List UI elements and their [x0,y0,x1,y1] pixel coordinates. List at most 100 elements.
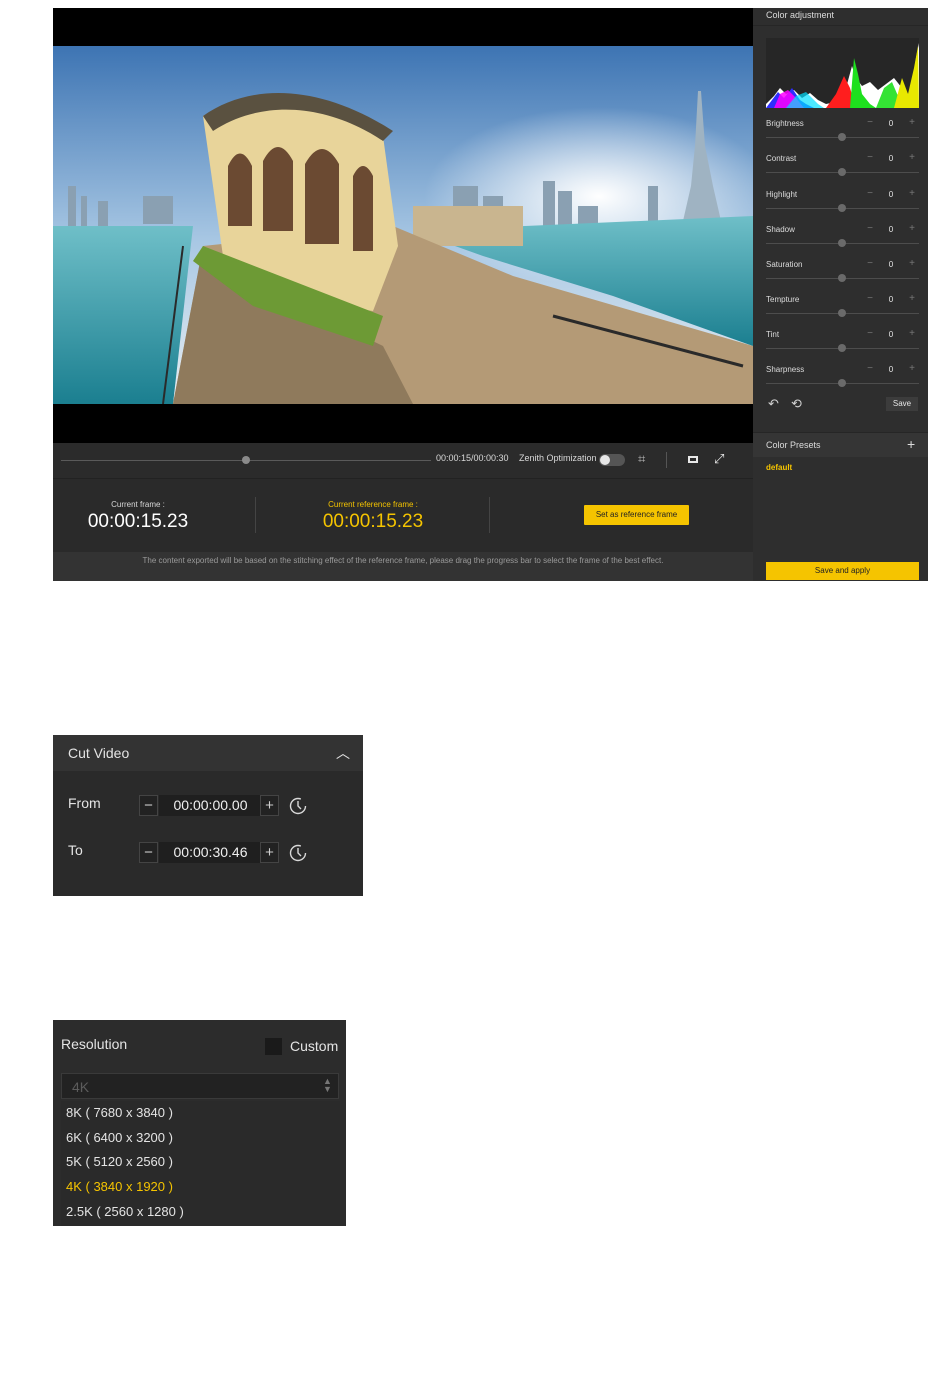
undo-icon[interactable]: ↶ [768,396,779,412]
cut-video-panel: Cut Video ︿ From − 00:00:00.00 + To − 00… [53,735,363,896]
cut-video-title: Cut Video [68,745,130,761]
set-reference-frame-button[interactable]: Set as reference frame [584,505,689,525]
resolution-option[interactable]: 6K ( 6400 x 3200 ) [66,1130,173,1145]
export-notice-text: The content exported will be based on th… [142,556,664,565]
slider-value[interactable]: 0 [884,154,898,163]
resolution-option[interactable]: 5K ( 5120 x 2560 ) [66,1154,173,1169]
color-adjustment-panel: Color adjustment Brightness − 0 + Contra… [753,8,928,581]
clock-icon[interactable] [288,843,308,863]
slider-value[interactable]: 0 [884,295,898,304]
current-frame-time: 00:00:15.23 [87,511,189,532]
from-decrease-button[interactable]: − [139,795,158,816]
slider-handle[interactable] [838,344,846,352]
decrease-button[interactable]: − [865,118,875,129]
slider-handle[interactable] [838,309,846,317]
add-preset-button[interactable]: + [907,436,915,452]
progress-handle[interactable] [242,456,250,464]
cut-video-header[interactable]: Cut Video ︿ [53,735,363,771]
save-button[interactable]: Save [886,397,918,411]
zenith-optimization-label: Zenith Optimization [519,453,597,463]
slider-handle[interactable] [838,274,846,282]
increase-button[interactable]: + [907,364,917,375]
decrease-button[interactable]: − [865,153,875,164]
window-mode-icon[interactable] [688,456,698,463]
slider-label: Highlight [766,190,798,199]
slider-saturation: Saturation − 0 + [766,259,919,290]
increase-button[interactable]: + [907,189,917,200]
slider-label: Tempture [766,295,800,304]
slider-contrast: Contrast − 0 + [766,153,919,184]
slider-highlight: Highlight − 0 + [766,189,919,220]
slider-handle[interactable] [838,204,846,212]
to-decrease-button[interactable]: − [139,842,158,863]
increase-button[interactable]: + [907,329,917,340]
slider-handle[interactable] [838,168,846,176]
slider-value[interactable]: 0 [884,260,898,269]
reference-frame-time: 00:00:15.23 [322,511,424,532]
panorama-frame-image [53,46,753,404]
resolution-option-selected[interactable]: 4K ( 3840 x 1920 ) [66,1179,173,1194]
from-time-input[interactable]: 00:00:00.00 [159,795,262,816]
divider [255,497,256,533]
slider-label: Sharpness [766,365,805,374]
slider-temperature: Tempture − 0 + [766,294,919,325]
select-arrows-icon: ▲ ▼ [323,1076,332,1094]
zenith-optimization-toggle[interactable] [599,454,625,466]
decrease-button[interactable]: − [865,329,875,340]
to-label: To [68,842,83,858]
preset-item-default[interactable]: default [766,463,792,472]
slider-sharpness: Sharpness − 0 + [766,364,919,395]
decrease-button[interactable]: − [865,364,875,375]
divider [753,25,928,26]
slider-value[interactable]: 0 [884,365,898,374]
resolution-select[interactable]: 4K ▲ ▼ [61,1073,339,1099]
current-frame-label: Current frame : [111,500,165,509]
decrease-button[interactable]: − [865,189,875,200]
resolution-title: Resolution [61,1036,128,1052]
color-presets-title: Color Presets [766,440,821,450]
reset-icon[interactable]: ⟲ [791,396,802,412]
slider-handle[interactable] [838,133,846,141]
slider-handle[interactable] [838,379,846,387]
video-editor-window: 00:00:15/00:00:30 Zenith Optimization ⌗ … [53,8,928,581]
to-time-input[interactable]: 00:00:30.46 [159,842,262,863]
increase-button[interactable]: + [907,118,917,129]
cut-to-row: To − 00:00:30.46 + [53,837,363,867]
slider-tint: Tint − 0 + [766,329,919,360]
video-preview[interactable] [53,8,753,443]
slider-value[interactable]: 0 [884,119,898,128]
resolution-selected-value: 4K [72,1079,90,1095]
increase-button[interactable]: + [907,259,917,270]
resolution-option[interactable]: 8K ( 7680 x 3840 ) [66,1105,173,1120]
decrease-button[interactable]: − [865,294,875,305]
resolution-option[interactable]: 2.5K ( 2560 x 1280 ) [66,1204,184,1219]
fullscreen-icon[interactable]: ⤢ [714,451,724,467]
decrease-button[interactable]: − [865,259,875,270]
increase-button[interactable]: + [907,294,917,305]
cut-from-row: From − 00:00:00.00 + [53,790,363,820]
save-and-apply-button[interactable]: Save and apply [766,562,919,580]
chevron-up-icon[interactable]: ︿ [336,743,350,763]
slider-handle[interactable] [838,239,846,247]
clock-icon[interactable] [288,796,308,816]
color-histogram [766,38,919,108]
from-increase-button[interactable]: + [260,795,279,816]
crop-select-icon[interactable]: ⌗ [638,451,645,467]
resolution-panel: Resolution Custom 4K ▲ ▼ 8K ( 7680 x 3840… [53,1020,346,1226]
custom-label[interactable]: Custom [290,1038,338,1054]
slider-shadow: Shadow − 0 + [766,224,919,255]
increase-button[interactable]: + [907,224,917,235]
to-increase-button[interactable]: + [260,842,279,863]
divider [666,452,667,468]
reference-frame-label: Current reference frame : [328,500,418,509]
slider-value[interactable]: 0 [884,190,898,199]
custom-checkbox[interactable] [265,1038,282,1055]
slider-value[interactable]: 0 [884,330,898,339]
decrease-button[interactable]: − [865,224,875,235]
slider-label: Contrast [766,154,797,163]
color-presets-header: Color Presets + [753,432,928,457]
increase-button[interactable]: + [907,153,917,164]
from-label: From [68,795,101,811]
slider-label: Saturation [766,260,803,269]
slider-value[interactable]: 0 [884,225,898,234]
